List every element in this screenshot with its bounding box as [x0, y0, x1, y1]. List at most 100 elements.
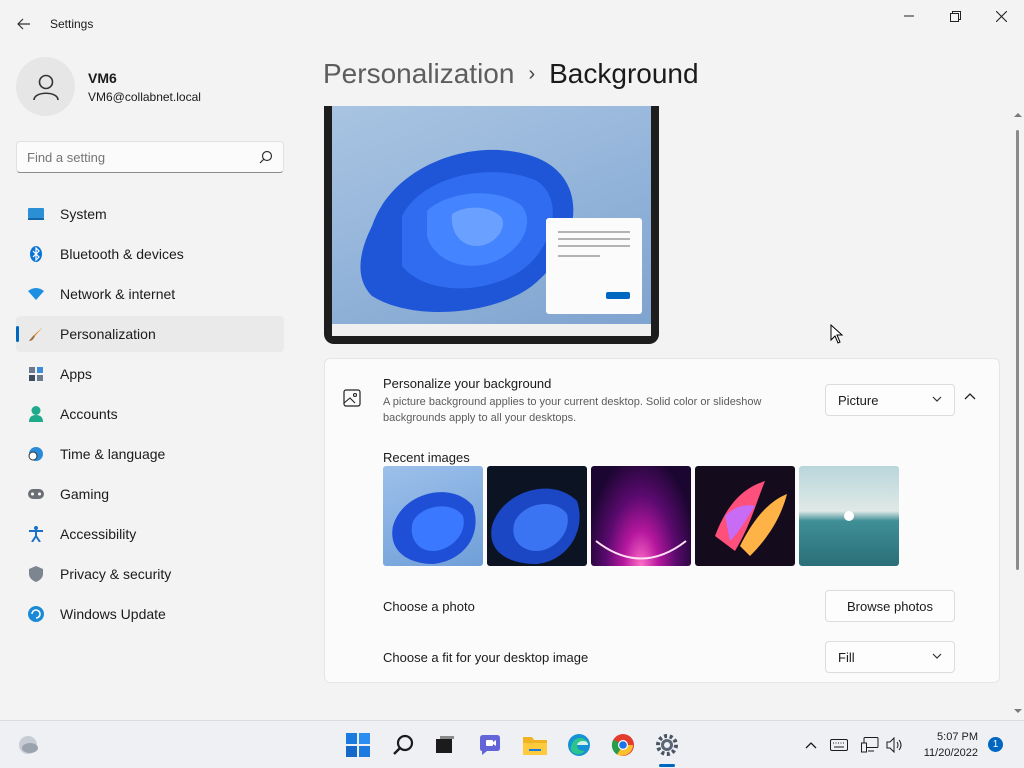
volume-icon [886, 737, 902, 753]
search-icon [259, 150, 273, 164]
sidebar-item-accounts[interactable]: Accounts [16, 396, 284, 432]
background-setting-title: Personalize your background [383, 376, 552, 391]
fit-dropdown[interactable]: Fill [825, 641, 955, 673]
back-arrow-icon [17, 18, 30, 30]
apps-icon [28, 366, 44, 382]
bloom-dark-thumbnail[interactable] [487, 466, 587, 566]
sidebar-item-bluetooth[interactable]: Bluetooth & devices [16, 236, 284, 272]
restore-button[interactable] [932, 0, 978, 32]
chrome-icon [611, 734, 634, 756]
chat-button[interactable] [476, 731, 504, 759]
search-box[interactable] [16, 141, 284, 173]
picture-icon [343, 389, 361, 407]
brush-icon [28, 326, 44, 342]
search-icon [393, 734, 414, 755]
settings-icon [656, 734, 678, 756]
sidebar-item-label: Bluetooth & devices [60, 246, 184, 262]
recent-images-label: Recent images [383, 450, 470, 465]
clock-date: 11/20/2022 [923, 747, 978, 759]
sidebar-nav: System Bluetooth & devices Network & int… [16, 196, 284, 636]
background-type-value: Picture [838, 392, 879, 408]
scroll-up-icon[interactable] [1012, 110, 1024, 120]
app-title: Settings [50, 17, 94, 31]
system-icon [28, 206, 44, 222]
sidebar-item-gaming[interactable]: Gaming [16, 476, 284, 512]
sidebar-item-windows-update[interactable]: Windows Update [16, 596, 284, 632]
browse-photos-button[interactable]: Browse photos [825, 590, 955, 622]
wifi-icon [28, 286, 44, 302]
sidebar-item-apps[interactable]: Apps [16, 356, 284, 392]
chevron-up-icon [805, 742, 817, 749]
page-title: Background [549, 58, 699, 89]
volume-control[interactable] [886, 736, 904, 754]
close-icon [995, 10, 1007, 22]
chrome-button[interactable] [609, 731, 637, 759]
preview-taskbar [332, 324, 651, 336]
bloom-light-thumbnail[interactable] [383, 466, 483, 566]
network-icon [861, 737, 879, 753]
sidebar-item-privacy[interactable]: Privacy & security [16, 556, 284, 592]
sidebar-item-network[interactable]: Network & internet [16, 276, 284, 312]
weather-widget[interactable] [14, 731, 42, 759]
show-hidden-icons-button[interactable] [802, 736, 820, 754]
active-app-indicator [659, 764, 675, 767]
accessibility-icon [28, 526, 44, 542]
start-button[interactable] [344, 731, 372, 759]
preview-window [546, 218, 642, 314]
settings-taskbar-button[interactable] [653, 731, 681, 759]
choose-fit-row: Choose a fit for your desktop image Fill [324, 631, 1000, 683]
restore-icon [949, 10, 961, 22]
edge-button[interactable] [565, 731, 593, 759]
taskbar-search-button[interactable] [389, 731, 417, 759]
input-indicator[interactable] [830, 736, 848, 754]
sidebar-item-system[interactable]: System [16, 196, 284, 232]
sidebar-item-label: Gaming [60, 486, 110, 502]
sidebar-item-time-language[interactable]: Time & language [16, 436, 284, 472]
breadcrumb-separator: › [528, 62, 536, 85]
choose-photo-label: Choose a photo [383, 599, 475, 614]
sidebar-item-label: Privacy & security [60, 566, 172, 582]
scrollbar[interactable] [1012, 108, 1024, 720]
person-icon [32, 74, 59, 100]
notification-badge[interactable]: 1 [988, 737, 1003, 752]
avatar [16, 57, 75, 116]
close-button[interactable] [978, 0, 1024, 32]
sidebar-item-label: Network & internet [60, 286, 176, 302]
desktop-preview [324, 106, 659, 344]
chevron-up-icon[interactable] [963, 389, 977, 403]
scroll-down-icon[interactable] [1012, 706, 1024, 716]
sidebar-item-personalization[interactable]: Personalization [16, 316, 284, 352]
choose-photo-row: Choose a photo Browse photos [324, 580, 1000, 632]
minimize-icon [904, 15, 914, 17]
ribbons-colorful-thumbnail[interactable] [695, 466, 795, 566]
file-explorer-icon [523, 737, 547, 755]
profile-email: VM6@collabnet.local [88, 89, 201, 104]
task-view-button[interactable] [431, 731, 459, 759]
user-profile[interactable]: VM6 VM6@collabnet.local [16, 57, 201, 116]
clock[interactable]: 5:07 PM 11/20/2022 [912, 729, 978, 761]
mouse-cursor-icon [830, 324, 844, 344]
search-input[interactable] [27, 150, 247, 165]
update-icon [28, 606, 44, 622]
bluetooth-icon [28, 246, 44, 262]
background-type-dropdown[interactable]: Picture [825, 384, 955, 416]
glow-purple-thumbnail[interactable] [591, 466, 691, 566]
fit-value: Fill [838, 649, 855, 665]
sidebar-item-label: Apps [60, 366, 92, 382]
file-explorer-button[interactable] [521, 731, 549, 759]
weather-icon [19, 736, 38, 754]
clock-globe-icon [28, 446, 44, 462]
sidebar-item-label: Personalization [60, 326, 156, 342]
scroll-thumb[interactable] [1016, 130, 1019, 570]
start-icon [346, 733, 370, 757]
breadcrumb-parent[interactable]: Personalization [323, 58, 514, 90]
edge-icon [568, 734, 590, 756]
sidebar-item-accessibility[interactable]: Accessibility [16, 516, 284, 552]
sidebar-item-label: Time & language [60, 446, 166, 462]
back-button[interactable] [10, 10, 38, 38]
lake-sunrise-thumbnail[interactable] [799, 466, 899, 566]
recent-images-section: Recent images [324, 438, 1000, 581]
network-status[interactable] [861, 736, 879, 754]
minimize-button[interactable] [886, 0, 932, 32]
keyboard-icon [830, 739, 848, 751]
